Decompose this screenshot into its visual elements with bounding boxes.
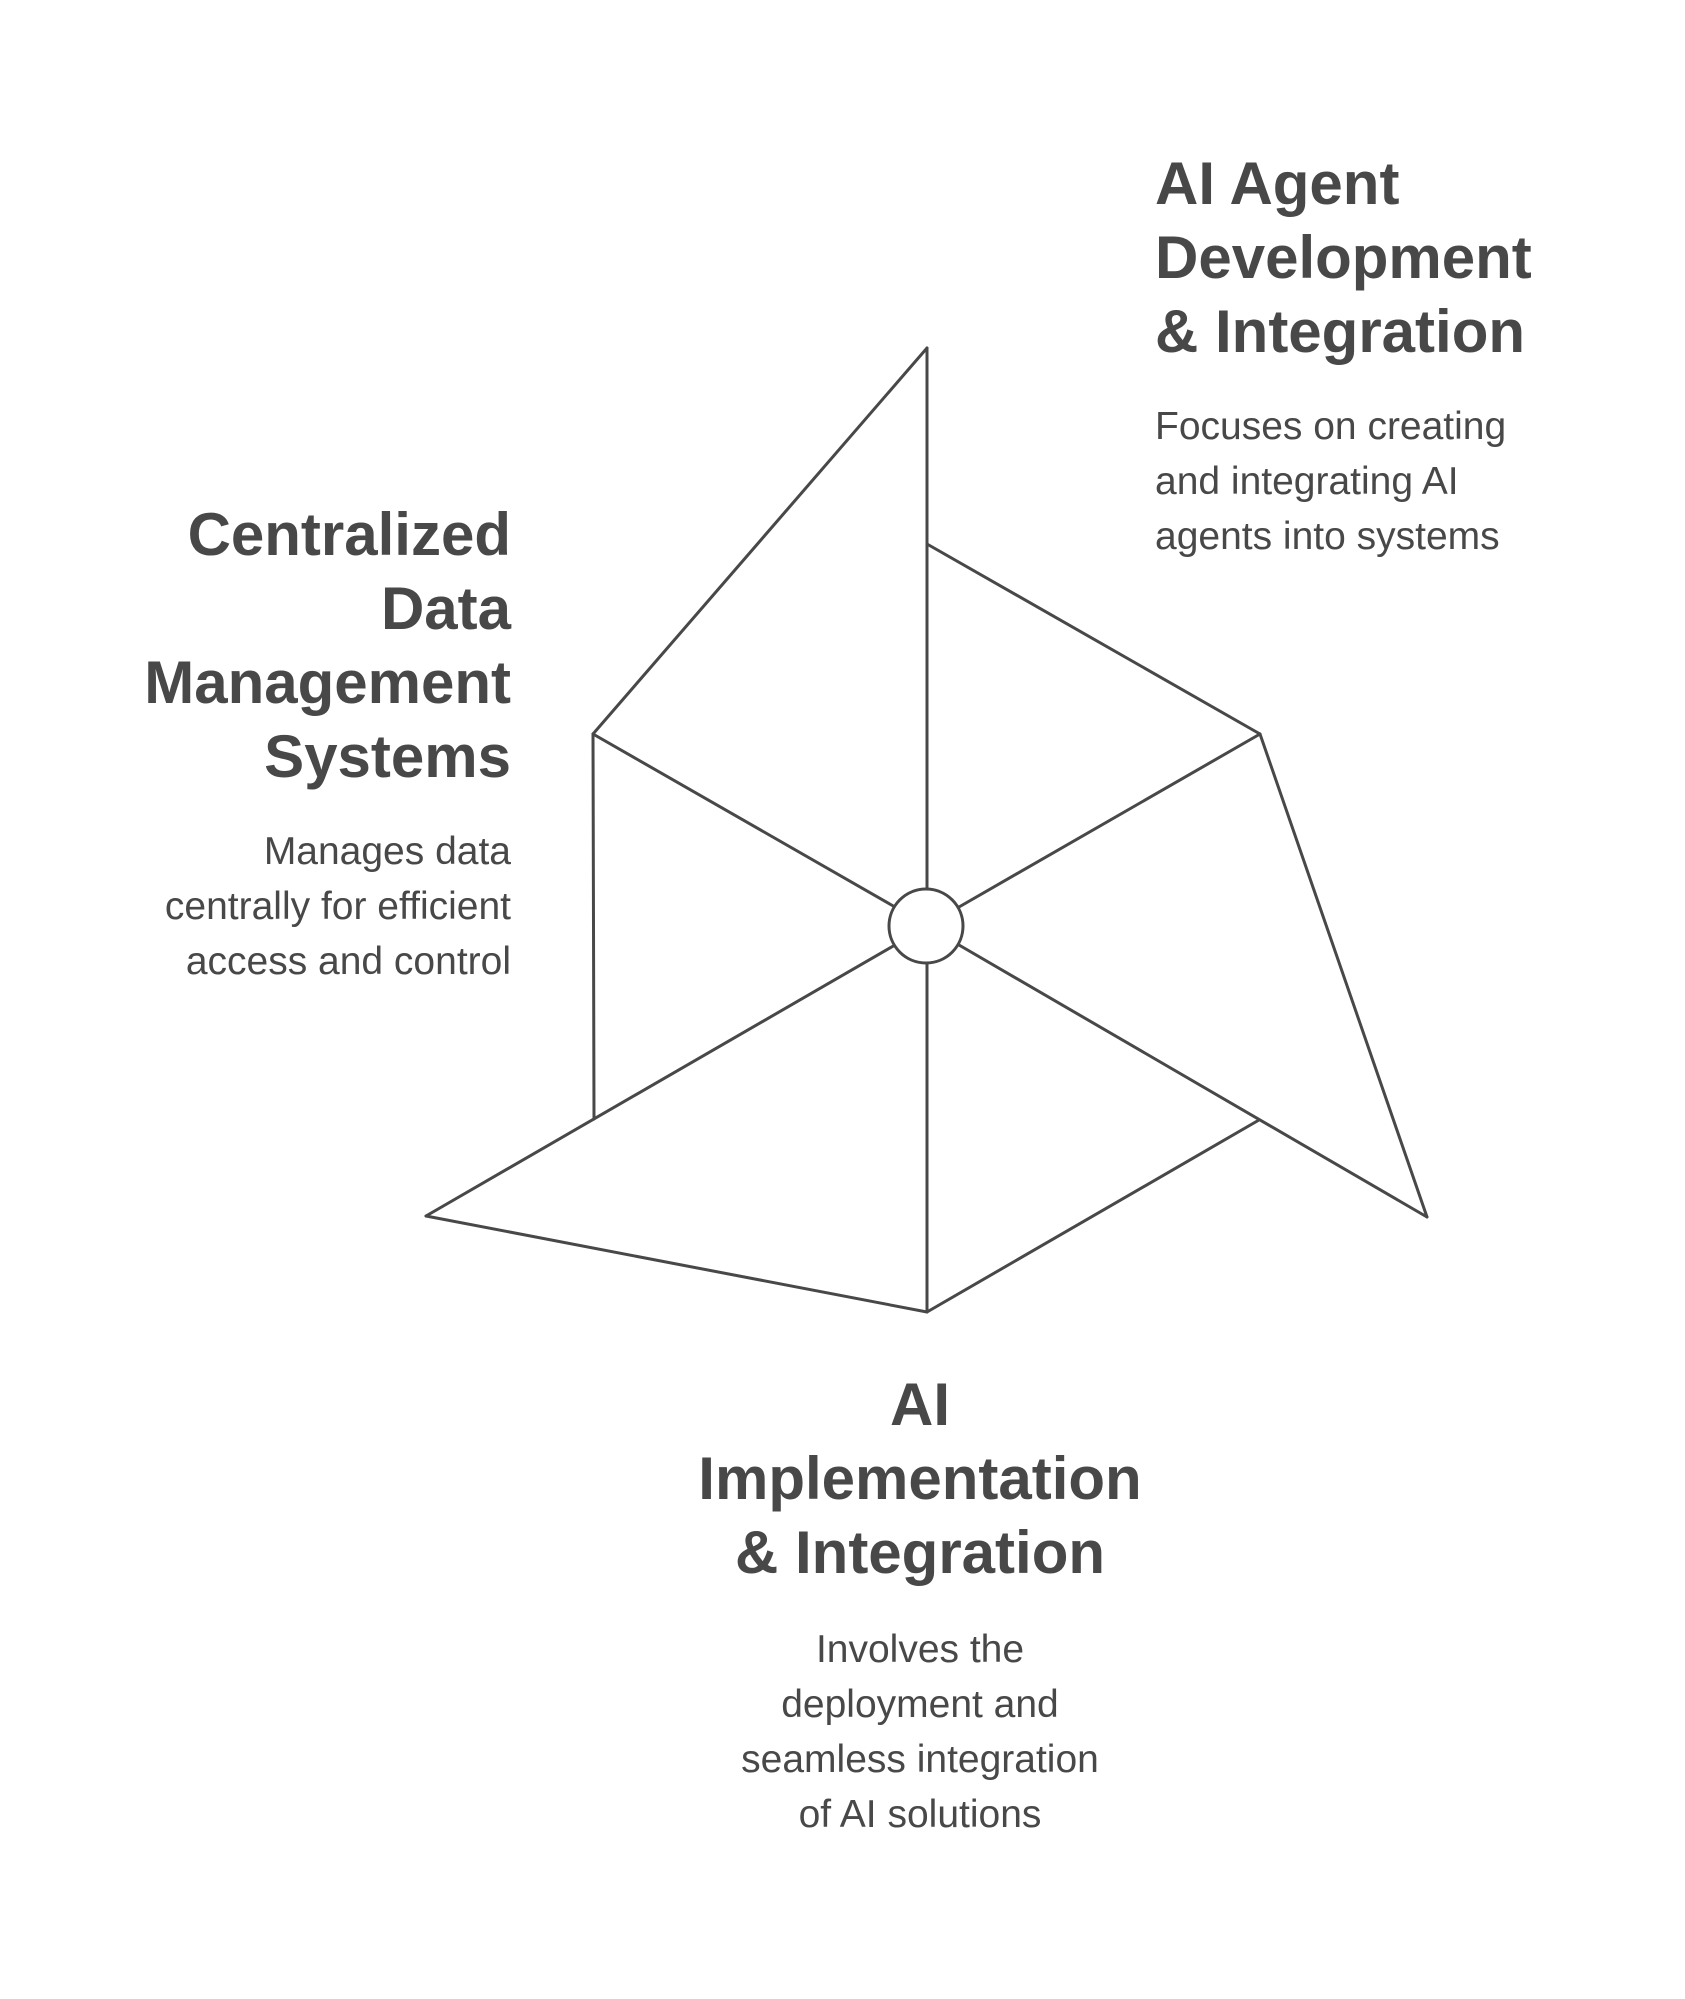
segment-title-agent: AI Agent Development & Integration	[1155, 147, 1532, 369]
title-line: & Integration	[735, 1519, 1105, 1586]
edge-left-spike-to-bottom	[424, 1214, 929, 1314]
description-line: access and control	[185, 940, 511, 983]
edge-bottom-to-right-lower	[925, 1118, 1261, 1314]
title-line: Implementation	[698, 1445, 1142, 1512]
description-line: Involves the	[815, 1628, 1025, 1671]
description-line: and integrating AI	[1155, 460, 1459, 503]
edge-top-spike-to-left	[591, 346, 929, 736]
hub-circle	[887, 887, 965, 965]
segment-title-impl: AI Implementation & Integration	[670, 1368, 1170, 1590]
spoke-upper-right	[957, 732, 1262, 909]
segment-label-agent: AI Agent Development & Integration Focus…	[1155, 147, 1532, 564]
edge-upper-mid-to-right	[925, 542, 1262, 736]
description-line: Focuses on creating	[1155, 405, 1507, 448]
description-line: deployment and	[781, 1683, 1059, 1726]
description-line: Manages data	[263, 830, 511, 873]
title-line: Data	[380, 575, 511, 642]
description-line: centrally for efficient	[164, 885, 511, 928]
title-line: AI	[890, 1371, 950, 1438]
description-line: of AI solutions	[798, 1793, 1042, 1836]
spoke-lower-right	[957, 943, 1429, 1219]
edge-right-to-spike	[1258, 732, 1429, 1219]
description-line: agents into systems	[1155, 515, 1500, 558]
description-line: seamless integration	[741, 1738, 1099, 1781]
segment-description-agent: Focuses on creating and integrating AI a…	[1155, 399, 1532, 564]
segment-description-impl: Involves the deployment and seamless int…	[670, 1622, 1170, 1842]
segment-title-data: Centralized Data Management Systems	[144, 498, 511, 794]
title-line: Development	[1155, 224, 1532, 291]
edge-left-vertical	[591, 732, 596, 1121]
title-line: AI Agent	[1155, 150, 1400, 217]
title-line: Management	[144, 649, 511, 716]
segment-label-impl: AI Implementation & Integration Involves…	[670, 1368, 1170, 1842]
spoke-upper-left	[591, 732, 897, 909]
segment-description-data: Manages data centrally for efficient acc…	[144, 824, 511, 989]
title-line: Centralized	[187, 501, 511, 568]
title-line: Systems	[264, 723, 511, 790]
title-line: & Integration	[1155, 298, 1525, 365]
segment-label-data: Centralized Data Management Systems Mana…	[144, 498, 511, 989]
